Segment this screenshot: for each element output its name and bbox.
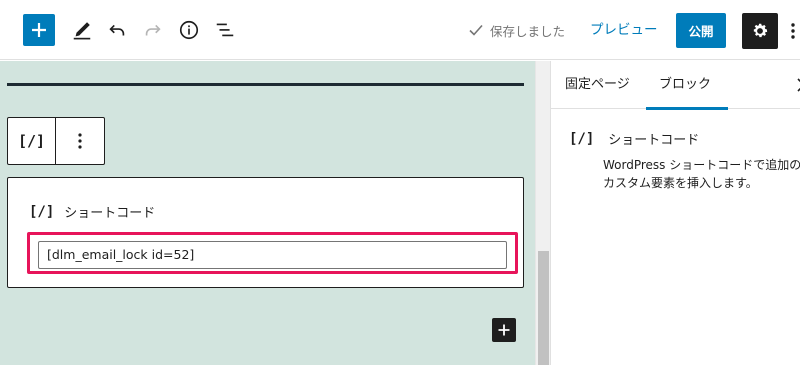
redo-button[interactable]	[139, 16, 167, 44]
undo-icon	[109, 24, 125, 36]
shortcode-block[interactable]: [/] ショートコード [dlm_email_lock id=52]	[7, 177, 524, 288]
info-icon	[179, 20, 199, 40]
details-button[interactable]	[175, 16, 203, 44]
shortcode-block-title: ショートコード	[64, 206, 156, 221]
block-card-description-line: WordPress ショートコードで追加の	[603, 158, 800, 172]
block-card-description-line: カスタム要素を挿入します。	[603, 176, 758, 190]
block-type-switcher[interactable]: [/]	[8, 118, 56, 164]
vertical-ellipsis-icon	[791, 23, 795, 39]
block-toolbar: [/]	[7, 117, 105, 165]
block-card-description: WordPress ショートコードで追加の カスタム要素を挿入します。	[603, 156, 800, 192]
editor-header: 保存しました プレビュー 公開	[0, 0, 800, 60]
shortcode-icon: [/]	[569, 130, 595, 147]
list-view-icon	[216, 23, 234, 37]
tools-button[interactable]	[68, 16, 96, 44]
list-view-button[interactable]	[211, 16, 239, 44]
plus-icon	[32, 23, 46, 37]
shortcode-input[interactable]: [dlm_email_lock id=52]	[38, 241, 507, 269]
preview-button[interactable]: プレビュー	[590, 20, 658, 40]
saved-status-label: 保存しました	[490, 23, 566, 39]
scrollbar-thumb[interactable]	[538, 251, 549, 365]
block-card: [/] ショートコード WordPress ショートコードで追加の カスタム要素…	[569, 129, 800, 192]
tab-block[interactable]: ブロック	[646, 61, 728, 110]
shortcode-icon: [/]	[29, 203, 55, 220]
editor-canvas: [/] [/] ショートコード [dlm_email_lock id=52]	[0, 61, 535, 365]
settings-sidebar: 固定ページ ブロック [/] ショートコード WordPress ショートコード…	[550, 61, 800, 365]
separator-block[interactable]	[7, 83, 524, 86]
block-card-title: ショートコード	[608, 133, 700, 148]
block-editor: 保存しました プレビュー 公開 [/] [/] ショートコード [dlm_ema…	[0, 0, 800, 365]
redo-icon	[145, 24, 161, 36]
settings-button[interactable]	[742, 13, 778, 49]
plus-icon	[498, 324, 510, 336]
vertical-ellipsis-icon	[78, 133, 82, 149]
block-options-button[interactable]	[56, 118, 104, 164]
highlight-box: [dlm_email_lock id=52]	[27, 232, 518, 274]
shortcode-block-label: [/] ショートコード	[29, 202, 156, 222]
canvas-scrollbar[interactable]	[535, 61, 550, 365]
close-icon[interactable]	[794, 75, 800, 95]
gear-icon	[753, 23, 768, 38]
more-options-button[interactable]	[786, 17, 800, 45]
saved-status: 保存しました	[466, 20, 565, 40]
check-icon	[469, 24, 483, 36]
block-inserter-button[interactable]	[23, 14, 55, 46]
add-block-button[interactable]	[492, 318, 516, 342]
publish-button[interactable]: 公開	[676, 13, 726, 48]
undo-button[interactable]	[103, 16, 131, 44]
sidebar-tabs: 固定ページ ブロック	[551, 61, 800, 110]
pencil-icon	[73, 22, 91, 40]
block-card-header: [/] ショートコード	[569, 129, 800, 149]
shortcode-icon: [/]	[17, 132, 46, 150]
tab-page[interactable]: 固定ページ	[565, 61, 630, 109]
